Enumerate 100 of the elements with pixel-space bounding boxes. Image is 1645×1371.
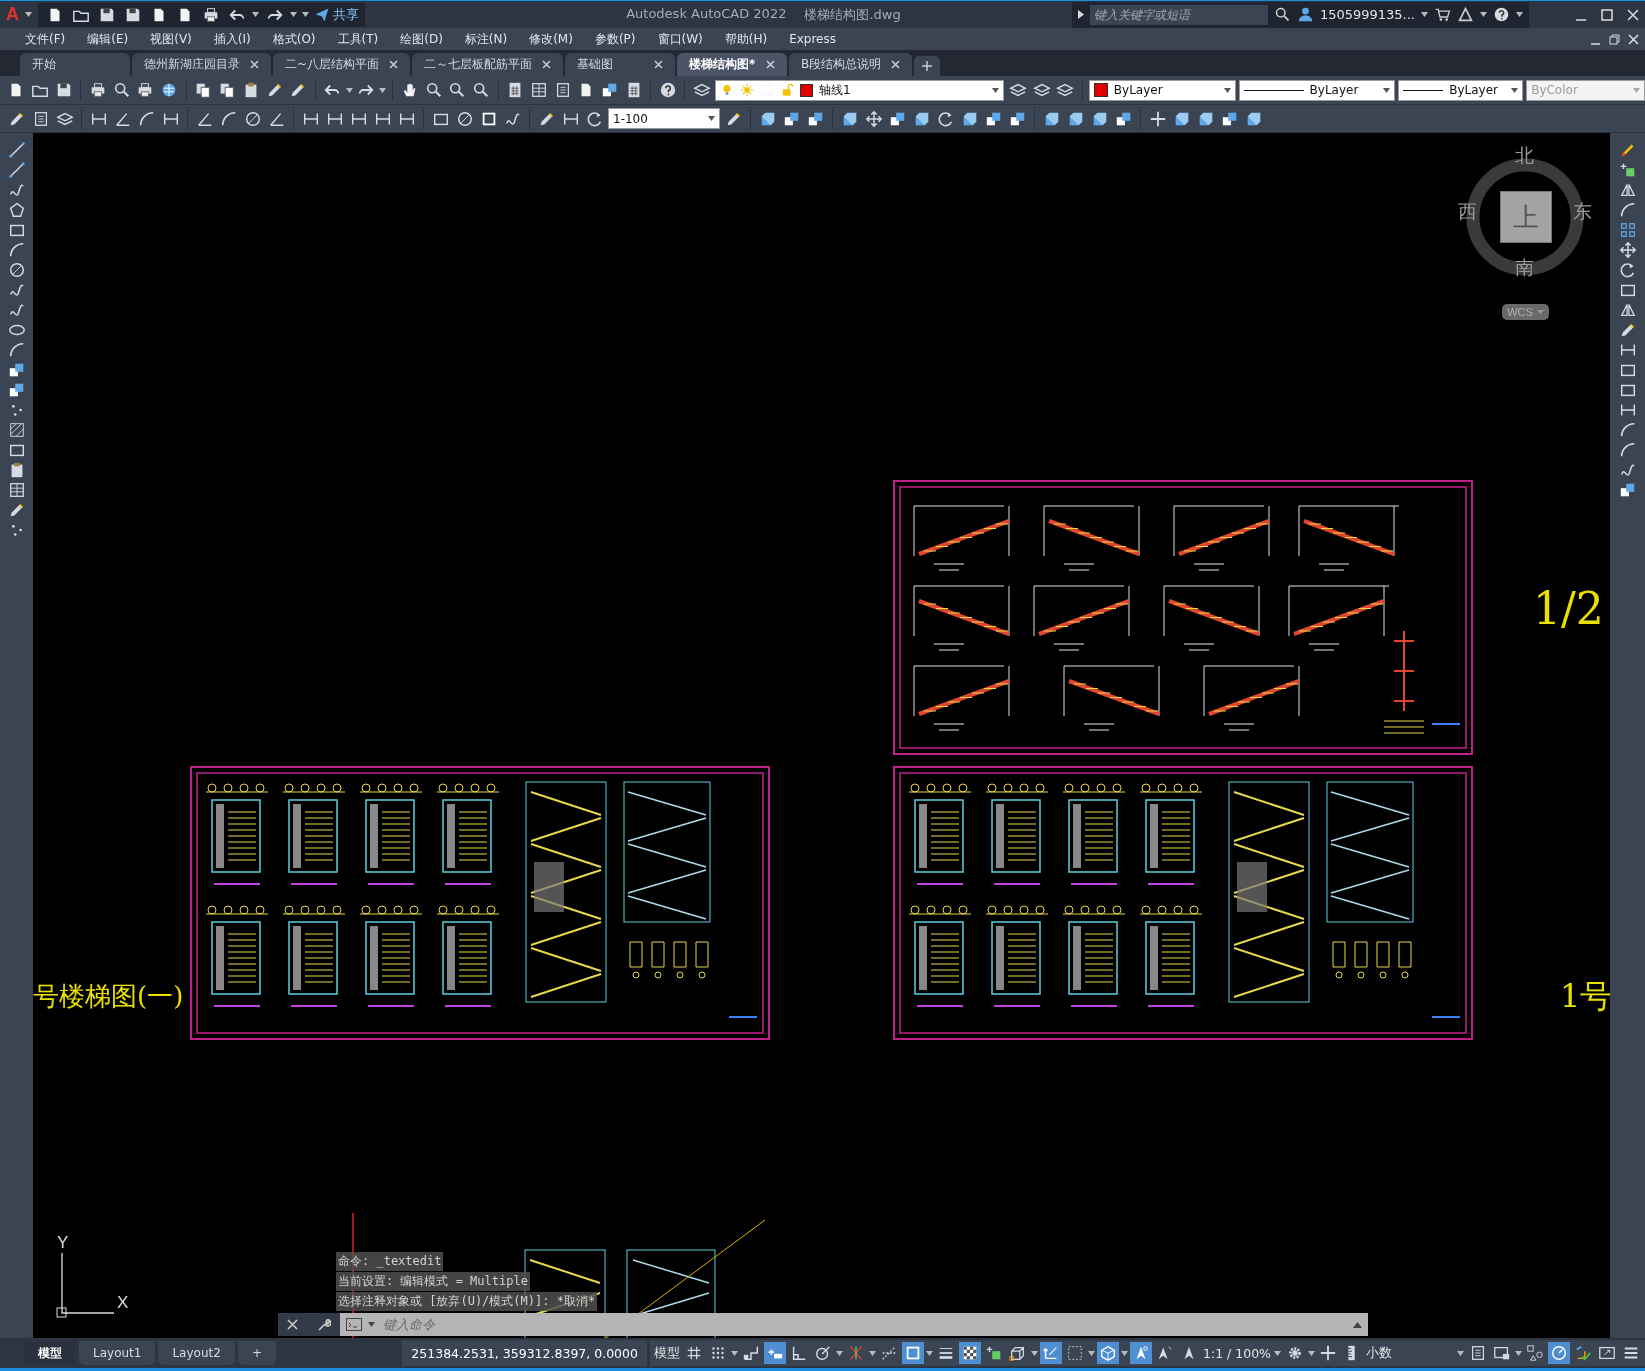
line-icon[interactable] [7,161,26,179]
user-icon[interactable] [1296,6,1314,23]
layers-icon[interactable] [692,81,711,99]
help-icon[interactable] [1493,6,1510,23]
layer-dropdown[interactable]: 轴线1 [715,79,1005,101]
menu-item[interactable]: 编辑(E) [76,30,140,48]
magnifier-icon[interactable] [112,81,131,99]
stacked-squares-icon[interactable] [7,361,26,379]
selection-cycling-icon[interactable] [1618,161,1637,179]
status-toggle[interactable] [1130,1342,1152,1364]
caret-icon[interactable] [379,87,387,93]
command-field[interactable]: 键入命令 [340,1313,1368,1336]
color-dropdown[interactable]: ByLayer [1088,79,1236,101]
add-layout-button[interactable]: + [237,1341,276,1365]
annotation-scale-dropdown[interactable]: 1:1 / 100% [1202,1342,1282,1364]
table-icon[interactable] [529,81,548,99]
caret-icon[interactable] [731,1350,738,1356]
maximize-icon[interactable] [1601,8,1613,21]
file-tab[interactable]: 二~八层结构平面 [273,53,411,76]
arc-icon[interactable] [219,109,238,128]
close-icon[interactable] [287,1319,299,1330]
close-icon[interactable] [1628,33,1639,45]
user-name[interactable]: 1505999135... [1319,7,1415,22]
caret-icon[interactable] [1421,12,1428,17]
compass-north[interactable]: 北 [1515,143,1534,169]
share-button[interactable]: 共享 [314,5,359,24]
layout-tab[interactable]: Layout2 [158,1341,235,1365]
mirror-icon[interactable] [1618,181,1637,199]
model-space-button[interactable]: 模型 [653,1342,681,1364]
caret-icon[interactable] [836,1350,843,1356]
compass-west[interactable]: 西 [1458,199,1477,225]
arc-icon[interactable] [1618,441,1637,459]
caret-icon[interactable] [992,87,1000,93]
menu-item[interactable]: 参数(P) [583,30,647,48]
menu-item[interactable]: 插入(I) [202,30,262,48]
menu-item[interactable]: 标注(N) [453,30,519,48]
table-icon[interactable] [7,481,26,499]
stacked-squares-icon[interactable] [1618,481,1637,499]
rotate-icon[interactable] [585,109,604,128]
caret-icon[interactable] [1121,1350,1128,1356]
menu-item[interactable]: 绘图(D) [389,30,454,48]
circle-icon[interactable] [243,109,262,128]
circle-icon[interactable] [7,261,26,279]
caret-icon[interactable] [1274,1350,1281,1356]
status-toggle[interactable] [764,1342,786,1364]
command-input[interactable]: 键入命令 [381,1316,1347,1333]
close-icon[interactable] [1627,8,1639,21]
layout-tab[interactable]: Layout1 [79,1341,156,1365]
expand-arrow-icon[interactable] [1353,1321,1362,1328]
menu-item[interactable]: 文件(F) [14,30,77,48]
caret-icon[interactable] [926,1350,933,1356]
status-toggle[interactable] [1097,1342,1119,1364]
caret-icon[interactable] [1511,87,1519,93]
hatch-icon[interactable] [7,421,26,439]
status-toggle[interactable] [959,1342,981,1364]
menu-item[interactable]: 格式(O) [261,30,327,48]
compass-east[interactable]: 东 [1573,199,1592,225]
status-tool[interactable] [1548,1342,1570,1364]
caret-icon[interactable] [1031,1350,1038,1356]
arc-icon[interactable] [137,109,156,128]
dimension-style-dropdown[interactable]: 1-100 [608,108,720,129]
arc-icon[interactable] [1618,201,1637,219]
layers-icon[interactable] [1056,81,1075,99]
caret-icon[interactable] [1457,1350,1464,1356]
magnifier-icon[interactable] [424,81,443,99]
caret-icon[interactable] [1480,12,1487,17]
file-tab[interactable]: 楼梯结构图* [677,53,788,76]
mirror-icon[interactable] [1618,301,1637,319]
wrench-icon[interactable] [316,1317,331,1332]
layers-icon[interactable] [1032,81,1051,99]
rotate-icon[interactable] [936,109,955,128]
arc-icon[interactable] [7,241,26,259]
units-dropdown[interactable]: 小数 [1365,1342,1465,1364]
caret-icon[interactable] [1383,87,1391,93]
status-toggle[interactable] [902,1342,924,1364]
rotate-icon[interactable] [1618,261,1637,279]
menu-item[interactable]: 窗口(W) [646,30,714,48]
caret-icon[interactable] [1515,1350,1522,1356]
circle-icon[interactable] [455,109,474,128]
lineweight-dropdown[interactable]: ByLayer [1398,79,1524,101]
close-icon[interactable] [250,60,259,69]
layers-icon[interactable] [1008,81,1027,99]
caret-icon[interactable] [1516,12,1523,17]
line-icon[interactable] [7,141,26,159]
expand-arrow-icon[interactable] [1077,10,1084,19]
caret-icon[interactable] [368,1322,375,1327]
copy-icon[interactable] [194,81,213,99]
compass-south[interactable]: 南 [1515,255,1534,281]
caret-icon[interactable] [345,87,353,93]
move-arrows-icon[interactable] [1618,241,1637,259]
menu-item[interactable]: Express [778,32,847,46]
terminal-icon[interactable] [346,1318,362,1331]
menu-item[interactable]: 修改(M) [518,30,584,48]
search-field[interactable]: 键入关键字或短语 [1089,4,1268,25]
close-icon[interactable] [654,60,664,69]
help-icon[interactable] [658,81,677,99]
close-icon[interactable] [766,60,776,69]
caret-icon[interactable] [1088,1350,1095,1356]
new-tab-button[interactable] [914,56,941,76]
menu-item[interactable]: 帮助(H) [713,30,779,48]
